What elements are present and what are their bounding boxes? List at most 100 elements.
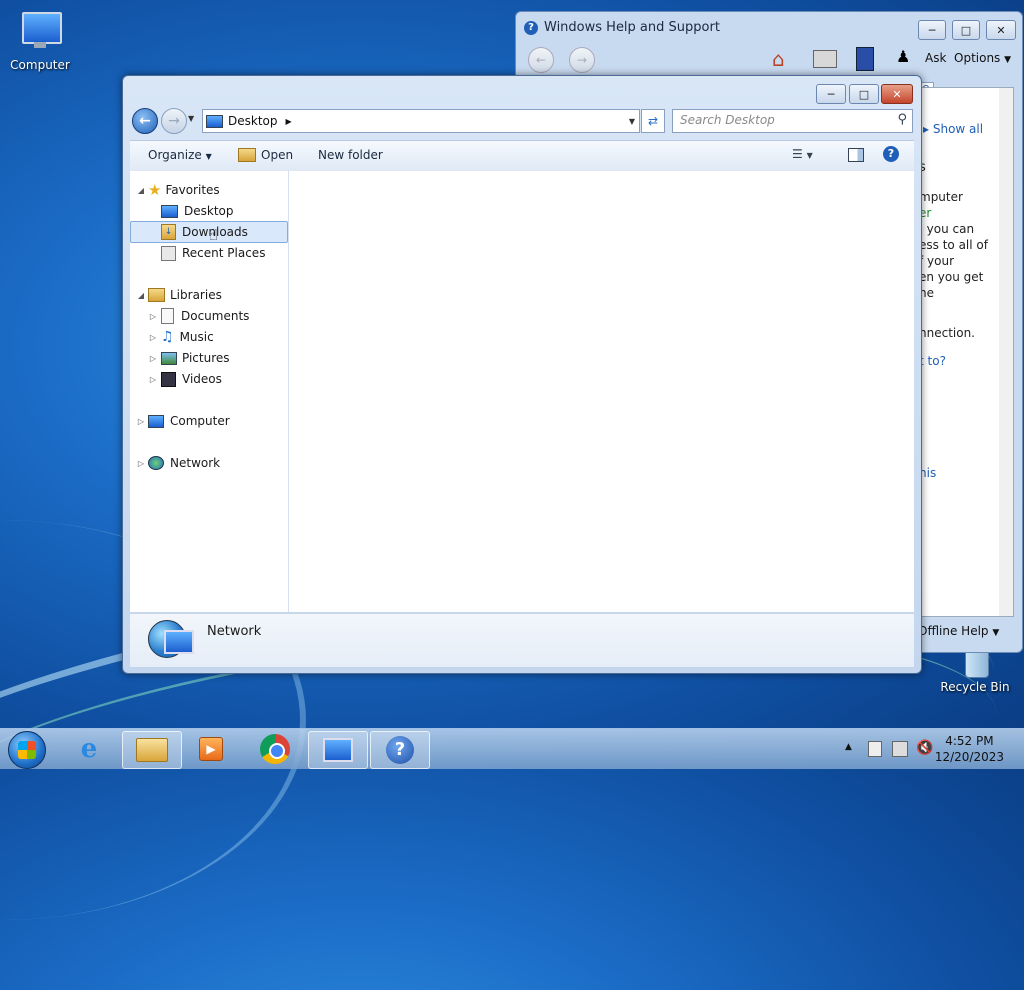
browse-help-icon[interactable] [856, 47, 874, 71]
search-input[interactable]: Search Desktop [680, 113, 775, 127]
taskbar-remote-desktop[interactable] [308, 731, 368, 769]
help-text: mputer [919, 190, 963, 204]
computer-icon [148, 414, 164, 428]
back-button[interactable]: ← [132, 108, 158, 134]
refresh-button[interactable]: ⇄ [641, 109, 665, 133]
ask-icon[interactable]: ♟ [896, 47, 916, 69]
nav-documents[interactable]: ▷ Documents [130, 306, 286, 326]
maximize-button[interactable]: □ [849, 84, 879, 104]
nav-music[interactable]: ▷ ♫ Music [130, 327, 286, 347]
expand-arrow-icon[interactable]: ▷ [148, 354, 158, 363]
taskbar-internet-explorer[interactable]: e [60, 731, 118, 767]
expand-arrow-icon[interactable]: ▷ [136, 459, 146, 468]
folder-open-icon [238, 148, 256, 162]
taskbar-media-player[interactable]: ▶ [182, 731, 240, 767]
chevron-down-icon: ▼ [992, 628, 1000, 638]
show-all-link[interactable]: ▸ Show all [923, 122, 983, 136]
taskbar-help-support[interactable]: ? [370, 731, 430, 769]
help-text: ess to all of [919, 238, 988, 252]
close-button[interactable]: ✕ [986, 20, 1016, 40]
explorer-window[interactable]: ─ □ ✕ ← → ▼ Desktop ▶ ▼ ⇄ Search Desktop… [122, 75, 922, 674]
help-content: ▸ Show all s mputer er , you can ess to … [916, 87, 1014, 617]
change-view-button[interactable]: ☰ ▼ [792, 147, 813, 161]
libraries-icon [148, 288, 165, 302]
help-icon: ? [524, 20, 538, 35]
expand-arrow-icon[interactable]: ▷ [136, 417, 146, 426]
nav-recent-places[interactable]: Recent Places [130, 243, 286, 263]
open-label: Open [261, 148, 294, 162]
print-icon[interactable] [813, 50, 837, 68]
help-link[interactable]: t to? [919, 354, 946, 368]
recent-pages-chevron-icon[interactable]: ▼ [188, 114, 194, 123]
chrome-icon [260, 734, 290, 764]
offline-help-button[interactable]: Offline Help ▼ [918, 624, 999, 638]
help-text: f your [919, 254, 955, 268]
nav-libraries[interactable]: ◢ Libraries [130, 285, 286, 305]
organize-button[interactable]: Organize ▼ [148, 148, 212, 162]
nav-desktop[interactable]: Desktop [130, 201, 286, 221]
nav-favorites[interactable]: ◢ ★ Favorites [130, 180, 286, 200]
desktop-icon-label: Computer [10, 58, 70, 72]
help-window-title: ? Windows Help and Support [524, 20, 720, 35]
taskbar-clock[interactable]: 4:52 PM 12/20/2023 [935, 733, 1004, 765]
forward-button[interactable]: → [569, 47, 595, 73]
new-folder-button[interactable]: New folder [318, 148, 383, 162]
open-button[interactable]: Open [238, 148, 293, 162]
folder-icon [136, 738, 168, 762]
file-list-area[interactable] [289, 171, 914, 612]
help-text: en you get [919, 270, 984, 284]
nav-videos[interactable]: ▷ Videos [130, 369, 286, 389]
breadcrumb[interactable]: Desktop [228, 114, 278, 128]
pictures-icon [161, 351, 177, 365]
chevron-down-icon: ▼ [1004, 55, 1012, 65]
downloads-icon: ↓ [161, 224, 176, 240]
details-pane: Network [130, 613, 914, 667]
taskbar: e ▶ ? ▲ 🔇 4:52 PM 12/20/2023 [0, 728, 1024, 769]
taskbar-windows-explorer[interactable] [122, 731, 182, 769]
expand-arrow-icon[interactable]: ▷ [148, 333, 158, 342]
show-hidden-icons-button[interactable]: ▲ [845, 742, 852, 752]
nav-label: Libraries [170, 288, 222, 302]
nav-downloads[interactable]: ↓ Downloads ☝ [130, 221, 288, 244]
desktop-icon-computer[interactable]: Computer [0, 10, 80, 72]
nav-pictures[interactable]: ▷ Pictures [130, 348, 286, 368]
breadcrumb-separator-icon[interactable]: ▶ [286, 117, 292, 126]
nav-label: Network [170, 456, 221, 470]
address-dropdown-icon[interactable]: ▼ [629, 117, 635, 126]
nav-network[interactable]: ▷ Network [130, 453, 286, 473]
help-scrollbar[interactable] [999, 88, 1013, 616]
action-center-icon[interactable] [868, 741, 882, 757]
help-text: nnection. [919, 326, 975, 340]
back-button[interactable]: ← [528, 47, 554, 73]
help-icon[interactable]: ? [883, 146, 899, 162]
address-bar[interactable]: Desktop ▶ ▼ [202, 109, 640, 133]
taskbar-chrome[interactable] [246, 731, 304, 767]
expand-arrow-icon[interactable]: ▷ [148, 375, 158, 384]
maximize-button[interactable]: □ [952, 20, 980, 40]
expand-arrow-icon[interactable]: ▷ [148, 312, 158, 321]
desktop-icon-recycle-bin[interactable]: Recycle Bin [935, 646, 1015, 694]
nav-computer[interactable]: ▷ Computer [130, 411, 286, 431]
offline-help-label: Offline Help [918, 624, 989, 638]
minimize-button[interactable]: ─ [816, 84, 846, 104]
home-icon[interactable]: ⌂ [772, 47, 796, 71]
options-button[interactable]: Options ▼ [954, 51, 1011, 65]
collapse-arrow-icon[interactable]: ◢ [136, 186, 146, 195]
forward-button[interactable]: → [161, 108, 187, 134]
collapse-arrow-icon[interactable]: ◢ [136, 291, 146, 300]
star-icon: ★ [148, 181, 162, 199]
chevron-down-icon: ▼ [205, 152, 212, 161]
media-player-icon: ▶ [199, 737, 223, 761]
preview-pane-button[interactable] [848, 148, 864, 162]
search-box[interactable]: Search Desktop ⚲ [672, 109, 913, 133]
nav-label: Videos [182, 372, 222, 386]
clock-date: 12/20/2023 [934, 750, 1004, 764]
start-button[interactable] [8, 731, 46, 769]
volume-muted-icon[interactable]: 🔇 [916, 740, 933, 756]
desktop-icon-label: Recycle Bin [940, 680, 1010, 694]
ask-button[interactable]: Ask [925, 51, 946, 65]
network-tray-icon[interactable] [892, 741, 908, 757]
search-icon[interactable]: ⚲ [897, 112, 907, 127]
minimize-button[interactable]: ─ [918, 20, 946, 40]
close-button[interactable]: ✕ [881, 84, 913, 104]
